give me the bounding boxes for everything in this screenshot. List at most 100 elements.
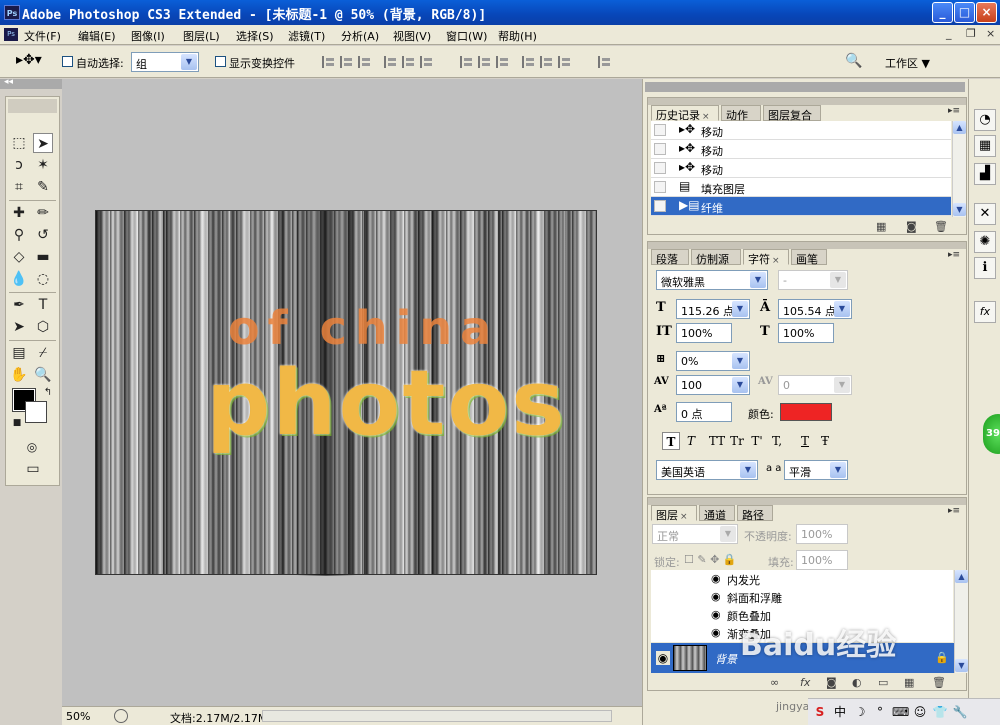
scroll-down-icon[interactable]: ▼ (953, 203, 966, 216)
eraser-tool-icon[interactable]: ◇ (9, 247, 29, 267)
close-icon[interactable]: × (772, 256, 780, 266)
adjustment-layer-icon[interactable]: ◐ (852, 676, 862, 689)
tab-layers[interactable]: 图层 × (651, 505, 697, 522)
align-left-icon[interactable] (384, 56, 398, 68)
shape-tool-icon[interactable]: ⬡ (33, 317, 53, 337)
menu-help[interactable]: 帮助(H) (498, 28, 537, 44)
magic-wand-tool-icon[interactable]: ✶ (33, 155, 53, 175)
trash-icon[interactable]: 🗑 (932, 676, 946, 689)
align-bottom-icon[interactable] (358, 56, 372, 68)
toolbox-grip[interactable] (8, 99, 57, 113)
type-tool-icon[interactable]: T (33, 295, 53, 315)
text-color-swatch[interactable] (780, 403, 832, 421)
horizontal-scale-field[interactable]: 100% (778, 323, 834, 343)
leading-field[interactable]: 105.54 点 ▼ (778, 299, 852, 319)
menu-layer[interactable]: 图层(L) (183, 28, 220, 44)
document-canvas[interactable]: of china photos (95, 210, 597, 576)
align-right-icon[interactable] (420, 56, 434, 68)
bridge-icon[interactable]: 🔍 (845, 53, 862, 69)
move-tool-icon[interactable]: ➤ (33, 133, 53, 153)
punctuation-icon[interactable]: ° (872, 704, 888, 720)
horizontal-scrollbar[interactable] (262, 710, 612, 722)
scroll-up-icon[interactable]: ▲ (953, 121, 966, 134)
shirt-icon[interactable]: 👕 (932, 704, 948, 720)
scroll-up-icon[interactable]: ▲ (955, 570, 968, 583)
history-item[interactable]: ▸✥ 移动 (651, 159, 951, 178)
auto-select-dropdown[interactable]: 组 ▼ (131, 52, 199, 72)
panel-menu-icon[interactable]: ▸≡ (948, 106, 960, 116)
close-icon[interactable]: × (680, 512, 688, 522)
notification-badge[interactable]: 39 (983, 414, 1000, 454)
layers-scrollbar[interactable]: ▲ ▼ (954, 570, 968, 673)
distribute-top-icon[interactable] (460, 56, 474, 68)
zoom-tool-icon[interactable]: 🔍 (33, 365, 53, 385)
eye-icon[interactable]: ◉ (711, 572, 721, 585)
lock-icons[interactable]: ☐ ✎ ✥ 🔒 (684, 553, 736, 566)
panel-collapse-bar[interactable] (645, 82, 965, 92)
tab-channels[interactable]: 通道 (699, 505, 735, 522)
history-brush-tool-icon[interactable]: ↺ (33, 225, 53, 245)
faux-bold-button[interactable]: T (662, 432, 680, 450)
show-transform-checkbox[interactable] (215, 56, 226, 67)
tool-presets-icon[interactable]: ✕ (974, 203, 996, 225)
histogram-icon[interactable]: ▟ (974, 163, 996, 185)
subscript-button[interactable]: T, (768, 432, 786, 450)
font-family-dropdown[interactable]: 微软雅黑 ▼ (656, 270, 768, 290)
eye-icon[interactable]: ◉ (711, 608, 721, 621)
status-info-icon[interactable] (114, 709, 128, 723)
strikethrough-button[interactable]: Ŧ (816, 432, 834, 450)
history-item[interactable]: ▤ 填充图层 (651, 178, 951, 197)
brush-tool-icon[interactable]: ✏ (33, 203, 53, 223)
history-snapshot-box[interactable] (654, 200, 666, 212)
history-item-selected[interactable]: ▶▤ 纤维 (651, 197, 951, 216)
opacity-field[interactable]: 100% (796, 524, 848, 544)
slice-tool-icon[interactable]: ✎ (33, 177, 53, 197)
history-scrollbar[interactable]: ▲ ▼ (952, 121, 966, 217)
auto-select-checkbox[interactable] (62, 56, 73, 67)
styles-fx-icon[interactable]: fx (974, 301, 996, 323)
gradient-tool-icon[interactable]: ▬ (33, 247, 53, 267)
doc-minimize-button[interactable]: _ (946, 27, 952, 40)
notes-tool-icon[interactable]: ▤ (9, 343, 29, 363)
tab-history[interactable]: 历史记录 × (651, 105, 719, 122)
menu-window[interactable]: 窗口(W) (446, 28, 487, 44)
history-snapshot-box[interactable] (654, 124, 666, 136)
eye-icon[interactable]: ◉ (711, 590, 721, 603)
layer-effect-row[interactable]: ◉ 斜面和浮雕 (651, 588, 953, 606)
layer-effect-row[interactable]: ◉ 内发光 (651, 570, 953, 588)
fill-field[interactable]: 100% (796, 550, 848, 570)
new-group-icon[interactable]: ▭ (878, 676, 888, 689)
keyboard-icon[interactable]: ⌨ (892, 704, 909, 720)
minimize-button[interactable]: _ (932, 2, 953, 23)
scroll-down-icon[interactable]: ▼ (955, 659, 968, 672)
menu-view[interactable]: 视图(V) (393, 28, 431, 44)
font-style-dropdown[interactable]: - ▼ (778, 270, 848, 290)
small-caps-button[interactable]: Tr (728, 432, 746, 450)
lasso-tool-icon[interactable]: ↄ (9, 155, 29, 175)
blend-mode-dropdown[interactable]: 正常 ▼ (652, 524, 738, 544)
ime-chinese-icon[interactable]: 中 (832, 704, 848, 720)
tab-brushes[interactable]: 画笔 (791, 249, 827, 266)
menu-image[interactable]: 图像(I) (131, 28, 165, 44)
doc-restore-button[interactable]: ❐ (966, 27, 976, 40)
underline-button[interactable]: T (796, 432, 814, 450)
tab-character[interactable]: 字符 × (743, 249, 789, 266)
maximize-button[interactable]: □ (954, 2, 975, 23)
blur-tool-icon[interactable]: 💧 (9, 269, 29, 289)
distribute-vcenter-icon[interactable] (478, 56, 492, 68)
eye-icon[interactable]: ◉ (656, 651, 670, 665)
new-layer-icon[interactable]: ▦ (904, 676, 914, 689)
tsume-field[interactable]: 0% ▼ (676, 351, 750, 371)
align-vcenter-icon[interactable] (340, 56, 354, 68)
tracking-field[interactable]: 100 ▼ (676, 375, 750, 395)
layer-mask-icon[interactable]: ◙ (826, 676, 837, 689)
eye-icon[interactable]: ◉ (711, 626, 721, 639)
tab-actions[interactable]: 动作 (721, 105, 761, 122)
doc-close-button[interactable]: × (986, 27, 995, 40)
pen-tool-icon[interactable]: ✒ (9, 295, 29, 315)
dodge-tool-icon[interactable]: ◌ (33, 269, 53, 289)
info-icon[interactable]: ℹ (974, 257, 996, 279)
default-colors-icon[interactable]: ■ (7, 413, 27, 433)
clone-stamp-tool-icon[interactable]: ⚲ (9, 225, 29, 245)
panel-menu-icon[interactable]: ▸≡ (948, 250, 960, 260)
